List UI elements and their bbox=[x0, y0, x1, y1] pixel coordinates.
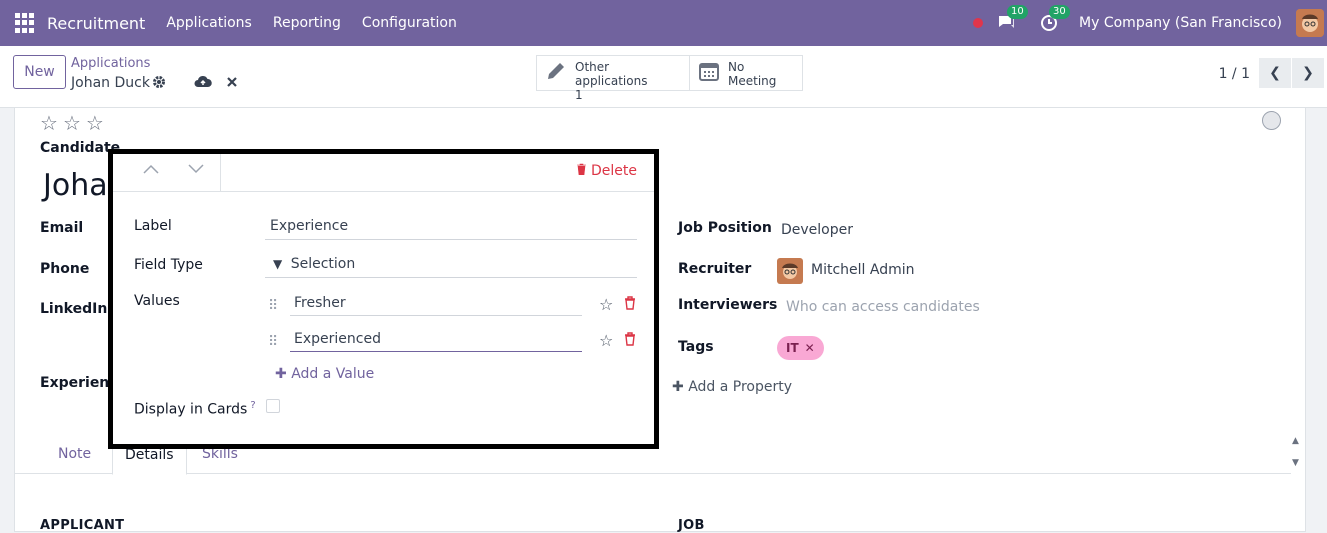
trash-icon bbox=[576, 163, 591, 179]
close-icon[interactable]: ✕ bbox=[805, 341, 815, 355]
breadcrumb-applications[interactable]: Applications bbox=[71, 56, 150, 71]
new-button[interactable]: New bbox=[13, 55, 66, 89]
scroll-down-arrow-icon[interactable]: ▼ bbox=[1292, 458, 1299, 468]
star-icon[interactable]: ☆ bbox=[599, 331, 613, 350]
value-input[interactable]: Experienced bbox=[290, 331, 582, 352]
messages-icon[interactable]: 10 bbox=[995, 5, 1028, 35]
tags-label: Tags bbox=[678, 339, 714, 355]
field-type-label: Field Type bbox=[134, 257, 203, 273]
value-input[interactable]: Fresher bbox=[290, 295, 582, 316]
company-switcher[interactable]: My Company (San Francisco) bbox=[1079, 15, 1282, 31]
drag-handle-icon[interactable]: ⠿ bbox=[268, 298, 278, 314]
label-field-label: Label bbox=[134, 218, 172, 234]
star-icon[interactable]: ☆ bbox=[63, 111, 81, 135]
trash-icon[interactable] bbox=[624, 296, 636, 314]
discard-icon[interactable] bbox=[226, 76, 238, 92]
phone-label: Phone bbox=[40, 261, 90, 277]
property-definition-popover: Delete Label Experience Field Type ▼ Sel… bbox=[108, 149, 659, 449]
recording-indicator-icon[interactable] bbox=[973, 18, 984, 28]
chevron-right-icon: ❯ bbox=[1302, 65, 1314, 81]
delete-property-button[interactable]: Delete bbox=[576, 163, 637, 179]
app-menu-icon[interactable] bbox=[15, 13, 35, 33]
breadcrumb-current: Johan Duck bbox=[71, 75, 150, 91]
user-avatar[interactable] bbox=[1296, 9, 1324, 37]
control-panel: New Applications Johan Duck Other applic… bbox=[0, 46, 1327, 108]
top-navbar: Recruitment Applications Reporting Confi… bbox=[0, 0, 1327, 46]
header-divider bbox=[220, 154, 221, 192]
chevron-left-icon: ❮ bbox=[1269, 65, 1281, 81]
popover-header: Delete bbox=[113, 154, 654, 192]
menu-reporting[interactable]: Reporting bbox=[273, 15, 341, 31]
plus-icon: ✚ bbox=[275, 366, 287, 382]
other-applications-text: Other applications 1 bbox=[575, 60, 681, 102]
other-applications-count: 1 bbox=[575, 88, 583, 102]
app-brand[interactable]: Recruitment bbox=[47, 14, 145, 33]
pager-value[interactable]: 1 / 1 bbox=[1219, 66, 1250, 82]
star-icon[interactable]: ☆ bbox=[599, 295, 613, 314]
interviewers-label: Interviewers bbox=[678, 297, 778, 313]
value-row: ⠿ Fresher ☆ bbox=[268, 295, 638, 323]
scroll-up-arrow-icon[interactable]: ▲ bbox=[1292, 436, 1299, 446]
plus-icon: ✚ bbox=[672, 379, 684, 395]
kanban-state-circle-icon[interactable] bbox=[1262, 111, 1281, 130]
activities-icon[interactable]: 30 bbox=[1037, 5, 1070, 35]
recruiter-field[interactable]: Mitchell Admin bbox=[811, 262, 915, 278]
other-applications-label: Other applications bbox=[575, 60, 648, 88]
save-cloud-icon[interactable] bbox=[194, 75, 212, 93]
label-input[interactable]: Experience bbox=[265, 218, 637, 240]
star-icon[interactable]: ☆ bbox=[86, 111, 104, 135]
pager-next-button[interactable]: ❯ bbox=[1292, 58, 1324, 88]
meeting-label: No Meeting bbox=[728, 60, 777, 88]
pencil-icon bbox=[545, 60, 567, 85]
section-job-heading: JOB bbox=[678, 518, 705, 533]
values-label: Values bbox=[134, 293, 180, 309]
meeting-button[interactable]: No Meeting bbox=[689, 55, 803, 91]
value-row: ⠿ Experienced ☆ bbox=[268, 331, 638, 359]
job-position-field[interactable]: Developer bbox=[781, 222, 853, 238]
move-down-icon[interactable] bbox=[188, 162, 204, 178]
add-property-label: Add a Property bbox=[688, 379, 793, 395]
calendar-icon bbox=[698, 60, 720, 85]
tab-note[interactable]: Note bbox=[58, 446, 91, 462]
interviewers-field[interactable]: Who can access candidates bbox=[786, 299, 980, 315]
display-in-cards-label: Display in Cards? bbox=[134, 400, 256, 418]
delete-label: Delete bbox=[591, 163, 637, 179]
star-icon[interactable]: ☆ bbox=[40, 111, 58, 135]
field-type-value: Selection bbox=[290, 256, 356, 272]
recruiter-avatar bbox=[777, 258, 803, 288]
add-value-label: Add a Value bbox=[291, 366, 375, 382]
activities-badge: 30 bbox=[1049, 5, 1070, 19]
help-icon[interactable]: ? bbox=[250, 400, 255, 411]
display-in-cards-checkbox[interactable] bbox=[266, 399, 280, 413]
email-label: Email bbox=[40, 220, 84, 236]
priority-stars[interactable]: ☆ ☆ ☆ bbox=[40, 111, 104, 135]
move-up-icon[interactable] bbox=[143, 162, 159, 178]
section-applicant-heading: APPLICANT bbox=[40, 518, 125, 533]
menu-configuration[interactable]: Configuration bbox=[362, 15, 457, 31]
caret-down-icon: ▼ bbox=[273, 257, 283, 271]
tag-it[interactable]: IT ✕ bbox=[777, 336, 824, 360]
add-value-button[interactable]: ✚ Add a Value bbox=[275, 366, 374, 382]
field-type-select[interactable]: ▼ Selection bbox=[265, 256, 637, 278]
menu-applications[interactable]: Applications bbox=[166, 15, 252, 31]
add-property-button[interactable]: ✚ Add a Property bbox=[672, 379, 792, 395]
pager-previous-button[interactable]: ❮ bbox=[1259, 58, 1291, 88]
tag-it-label: IT bbox=[786, 341, 799, 355]
job-position-label: Job Position bbox=[678, 220, 772, 236]
messages-badge: 10 bbox=[1007, 5, 1028, 19]
display-in-cards-text: Display in Cards bbox=[134, 401, 248, 418]
trash-icon[interactable] bbox=[624, 332, 636, 350]
gear-icon[interactable] bbox=[152, 75, 166, 93]
record-actions bbox=[152, 75, 238, 93]
drag-handle-icon[interactable]: ⠿ bbox=[268, 334, 278, 350]
other-applications-button[interactable]: Other applications 1 bbox=[536, 55, 690, 102]
recruiter-label: Recruiter bbox=[678, 261, 752, 277]
